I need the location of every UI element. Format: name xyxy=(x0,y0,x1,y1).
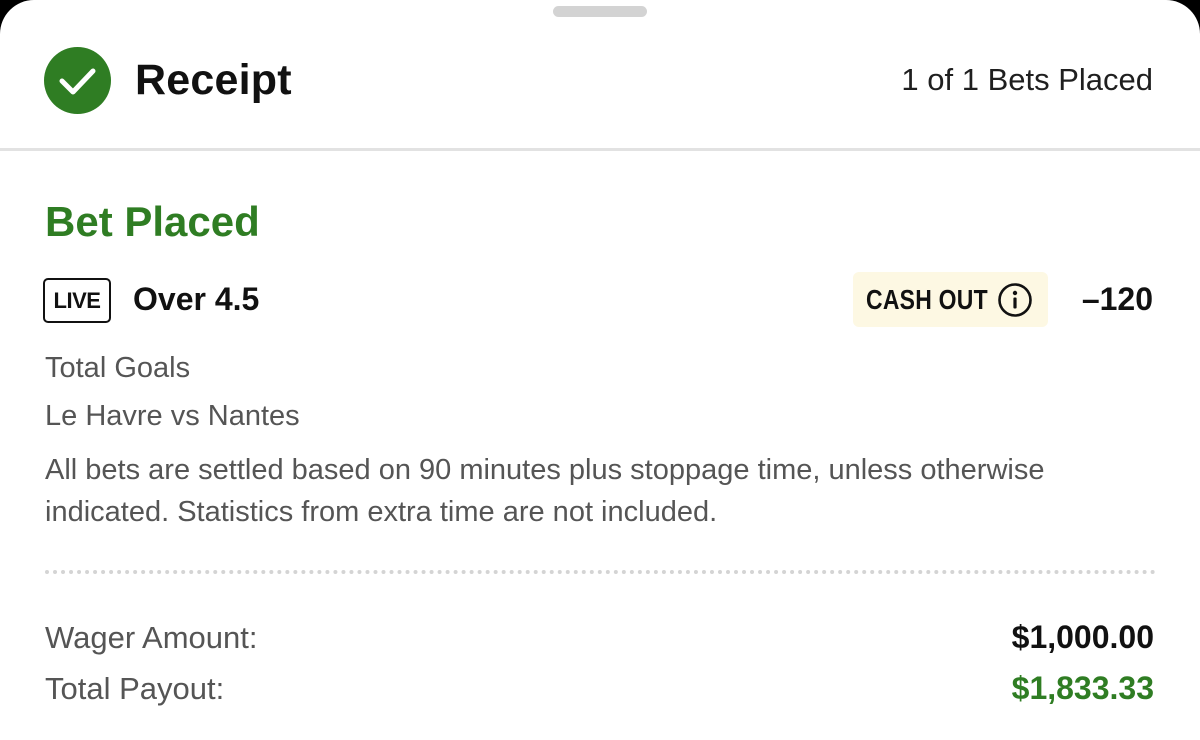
receipt-title: Receipt xyxy=(135,56,292,104)
total-payout-label: Total Payout: xyxy=(45,671,225,706)
bet-selection: Over 4.5 xyxy=(133,281,260,317)
total-payout-value: $1,833.33 xyxy=(1011,670,1154,706)
bets-placed-count: 1 of 1 Bets Placed xyxy=(901,62,1153,97)
bet-odds: –120 xyxy=(1081,281,1153,317)
bet-receipt-sheet: Receipt 1 of 1 Bets Placed Bet Placed LI… xyxy=(0,0,1200,740)
info-icon[interactable] xyxy=(997,282,1033,323)
settlement-rules: All bets are settled based on 90 minutes… xyxy=(45,454,1045,528)
cash-out-label: CASH OUT xyxy=(866,284,988,315)
receipt-header: Receipt 1 of 1 Bets Placed xyxy=(0,0,1200,150)
cash-out-button[interactable]: CASH OUT xyxy=(853,272,1048,327)
bet-event: Le Havre vs Nantes xyxy=(45,400,300,432)
summary-divider xyxy=(45,570,1156,574)
live-badge: LIVE xyxy=(43,278,111,323)
wager-amount-label: Wager Amount: xyxy=(45,620,258,655)
bet-market: Total Goals xyxy=(45,352,191,384)
wager-amount-value: $1,000.00 xyxy=(1011,619,1154,655)
bet-status: Bet Placed xyxy=(45,198,260,245)
check-circle-icon xyxy=(44,47,111,114)
header-divider xyxy=(0,148,1200,151)
